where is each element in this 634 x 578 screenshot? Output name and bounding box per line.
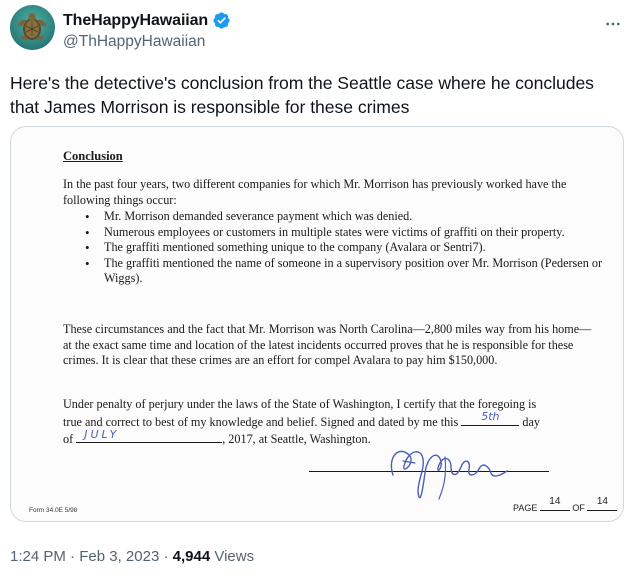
- tweet-metadata: 1:24 PM · Feb 3, 2023 · 4,944 Views: [10, 548, 255, 565]
- handle[interactable]: @ThHappyHawaiian: [63, 33, 231, 51]
- list-item: Numerous employees or customers in multi…: [85, 225, 605, 241]
- doc-bullet-list: Mr. Morrison demanded severance payment …: [85, 209, 605, 287]
- avatar[interactable]: [10, 5, 55, 50]
- more-options-icon[interactable]: [604, 15, 622, 33]
- views-label: Views: [210, 548, 255, 565]
- views-count: 4,944: [172, 548, 211, 565]
- list-item: The graffiti mentioned something unique …: [85, 240, 605, 256]
- list-item: The graffiti mentioned the name of someo…: [85, 256, 605, 287]
- author-block: TheHappyHawaiian @ThHappyHawaiian: [63, 11, 231, 51]
- month-handwritten: JULY: [84, 427, 120, 441]
- form-identifier: Form 34.0E 5/98: [29, 507, 78, 514]
- day-field: 5th: [461, 410, 520, 426]
- doc-findings-paragraph: These circumstances and the fact that Mr…: [63, 322, 592, 368]
- page-number-value: 14: [549, 496, 561, 508]
- page-number: PAGE 14 OF 14: [513, 496, 618, 517]
- tweet-text: Here's the detective's conclusion from t…: [10, 73, 594, 117]
- doc-intro-paragraph: In the past four years, two different co…: [63, 177, 567, 207]
- tweet-header: TheHappyHawaiian @ThHappyHawaiian: [10, 5, 624, 53]
- verified-badge-icon[interactable]: [212, 11, 231, 30]
- month-field: JULY: [76, 427, 223, 444]
- total-pages-value: 14: [596, 496, 608, 508]
- list-item: Mr. Morrison demanded severance payment …: [85, 209, 605, 225]
- display-name[interactable]: TheHappyHawaiian: [63, 12, 208, 30]
- doc-heading: Conclusion: [63, 149, 123, 163]
- document-scan: Conclusion In the past four years, two d…: [11, 127, 623, 521]
- sea-turtle-avatar-icon: [10, 5, 55, 50]
- day-handwritten: 5th: [481, 410, 500, 423]
- tweet-date[interactable]: Feb 3, 2023: [79, 548, 159, 565]
- handwritten-signature: [390, 450, 508, 500]
- tweet-time[interactable]: 1:24 PM: [10, 548, 66, 565]
- attached-image[interactable]: Conclusion In the past four years, two d…: [10, 126, 624, 522]
